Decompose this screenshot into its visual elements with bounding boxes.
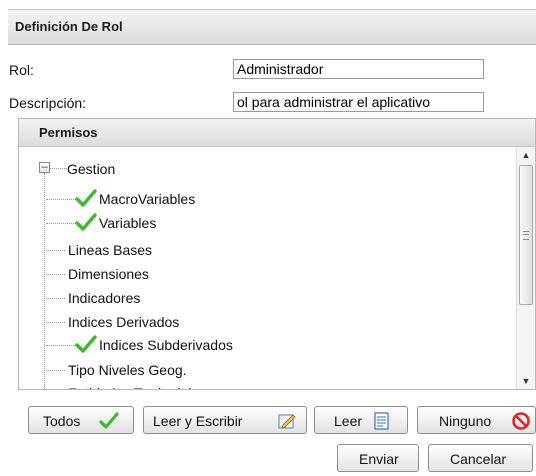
descripcion-input[interactable] [233, 92, 484, 112]
tree-node[interactable]: Dimensiones [68, 266, 149, 282]
tree-node[interactable]: MacroVariables [99, 191, 195, 207]
ninguno-button[interactable]: Ninguno [417, 406, 536, 434]
todos-label: Todos [43, 413, 81, 429]
tree-line [46, 199, 76, 200]
tree-scrollbar[interactable]: ▲ ▼ [516, 147, 535, 389]
tree-line [46, 223, 76, 224]
tree-line [50, 168, 67, 169]
scroll-up-arrow[interactable]: ▲ [517, 147, 535, 163]
todos-button[interactable]: Todos [28, 406, 134, 434]
cancelar-button[interactable]: Cancelar [428, 444, 533, 472]
permisos-panel: Permisos – Gestion MacroVariables Variabl… [18, 118, 536, 390]
tree-line [46, 322, 65, 323]
green-check-icon [75, 213, 97, 231]
leer-button[interactable]: Leer [314, 406, 408, 434]
tree-node[interactable]: Entidades Territoriales [68, 385, 206, 389]
rol-label: Rol: [9, 62, 34, 78]
rol-input[interactable] [233, 59, 484, 79]
green-check-icon [75, 189, 97, 207]
pencil-icon [278, 414, 296, 429]
leer-label: Leer [334, 413, 363, 429]
cancelar-label: Cancelar [450, 451, 507, 467]
tree-line [46, 274, 65, 275]
tree-node[interactable]: Tipo Niveles Geog. [68, 362, 187, 378]
ninguno-label: Ninguno [439, 413, 492, 429]
permisos-header: Permisos [19, 119, 535, 147]
panel-title: Definición De Rol [15, 19, 123, 34]
scroll-down-arrow[interactable]: ▼ [517, 373, 535, 389]
leer-escribir-button[interactable]: Leer y Escribir [143, 406, 307, 434]
tree-line [44, 173, 45, 389]
permisos-tree[interactable]: – Gestion MacroVariables Variables Lineas … [19, 147, 517, 389]
tree-node[interactable]: Variables [99, 215, 156, 231]
tree-node[interactable]: Indices Derivados [68, 314, 179, 330]
tree-node[interactable]: Indicadores [68, 290, 140, 306]
tree-line [46, 345, 76, 346]
tree-line [46, 298, 65, 299]
scroll-thumb[interactable] [519, 165, 533, 305]
enviar-button[interactable]: Enviar [337, 444, 419, 472]
document-icon [374, 412, 389, 430]
enviar-label: Enviar [359, 451, 399, 467]
leer-escribir-label: Leer y Escribir [153, 413, 243, 429]
green-check-icon [75, 335, 97, 353]
tree-line [46, 250, 65, 251]
tree-line [46, 370, 65, 371]
descripcion-label: Descripción: [9, 95, 87, 111]
green-check-icon [99, 412, 119, 429]
grip-icon [523, 231, 529, 240]
panel-header: Definición De Rol [8, 9, 536, 45]
tree-node-gestion[interactable]: Gestion [67, 161, 115, 177]
prohibited-icon [512, 412, 530, 430]
tree-node[interactable]: Lineas Bases [68, 242, 152, 258]
permisos-title: Permisos [39, 125, 98, 140]
tree-node[interactable]: Indices Subderivados [99, 337, 233, 353]
collapse-icon[interactable]: – [39, 162, 50, 173]
